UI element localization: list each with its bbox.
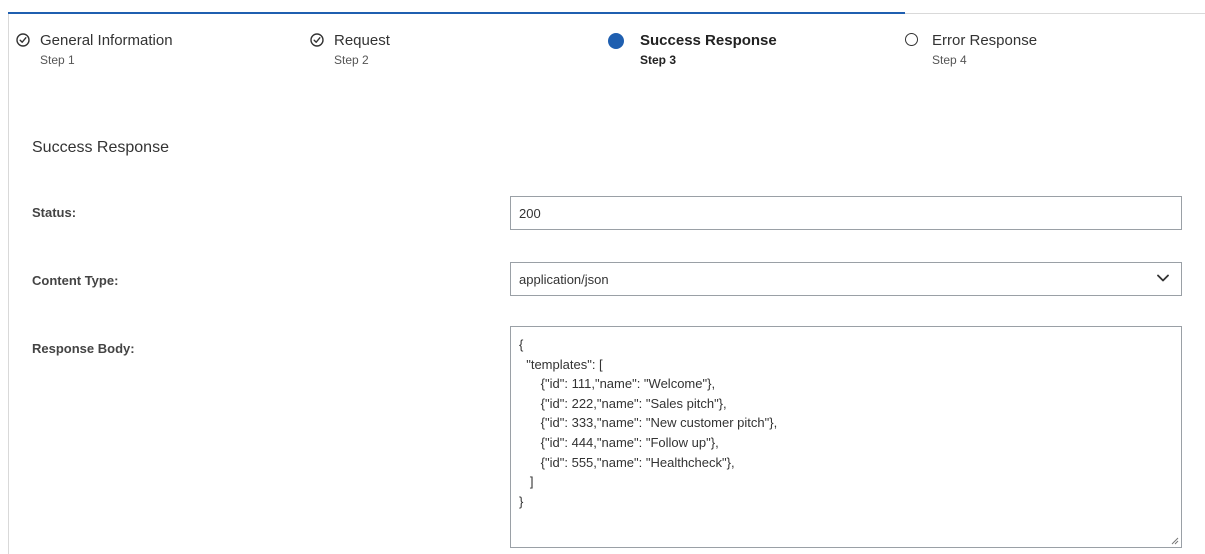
code-line: "templates": [ (519, 356, 603, 372)
code-line: {"id": 222,"name": "Sales pitch"}, (519, 395, 727, 411)
chevron-down-icon[interactable] (1157, 274, 1169, 282)
step-title: General Information (40, 32, 173, 49)
empty-circle-icon (905, 33, 918, 46)
code-line: } (519, 493, 524, 509)
code-line: {"id": 444,"name": "Follow up"}, (519, 434, 719, 450)
code-line: {"id": 555,"name": "Healthcheck"}, (519, 454, 735, 470)
content-type-select[interactable]: application/json (510, 262, 1182, 296)
status-input[interactable]: 200 (510, 196, 1182, 230)
code-line: {"id": 111,"name": "Welcome"}, (519, 376, 716, 392)
code-line: { (519, 337, 524, 352)
status-label: Status: (32, 205, 77, 220)
content-type-label: Content Type: (32, 273, 119, 288)
step-number: Step 4 (932, 53, 967, 67)
filled-circle-icon (608, 33, 624, 49)
check-circle-icon (310, 33, 324, 47)
content-type-value: application/json (519, 271, 609, 287)
resize-handle-icon[interactable] (1169, 535, 1179, 545)
response-body-label: Response Body: (32, 341, 135, 356)
step-error-response[interactable]: Error Response Step 4 (905, 32, 1037, 68)
step-title: Error Response (932, 32, 1038, 49)
step-number: Step 3 (640, 53, 677, 67)
check-circle-icon (16, 33, 30, 47)
status-value: 200 (519, 205, 541, 221)
response-body-textarea[interactable]: { "templates": [ {"id": 111,"name": "Wel… (510, 326, 1182, 548)
step-title: Success Response (640, 32, 777, 49)
step-request[interactable]: Request Step 2 (310, 32, 390, 68)
stepper-progress (8, 12, 905, 14)
step-general-information[interactable]: General Information Step 1 (16, 32, 173, 68)
step-number: Step 1 (40, 53, 75, 67)
code-line: {"id": 333,"name": "New customer pitch"}… (519, 415, 778, 431)
code-line: ] (519, 474, 534, 490)
step-title: Request (334, 32, 390, 49)
step-number: Step 2 (334, 53, 369, 67)
left-divider (8, 14, 9, 554)
step-success-response[interactable]: Success Response Step 3 (608, 32, 777, 68)
api-wizard-page: General Information Step 1 Request Step … (0, 0, 1205, 554)
section-title: Success Response (32, 139, 169, 156)
